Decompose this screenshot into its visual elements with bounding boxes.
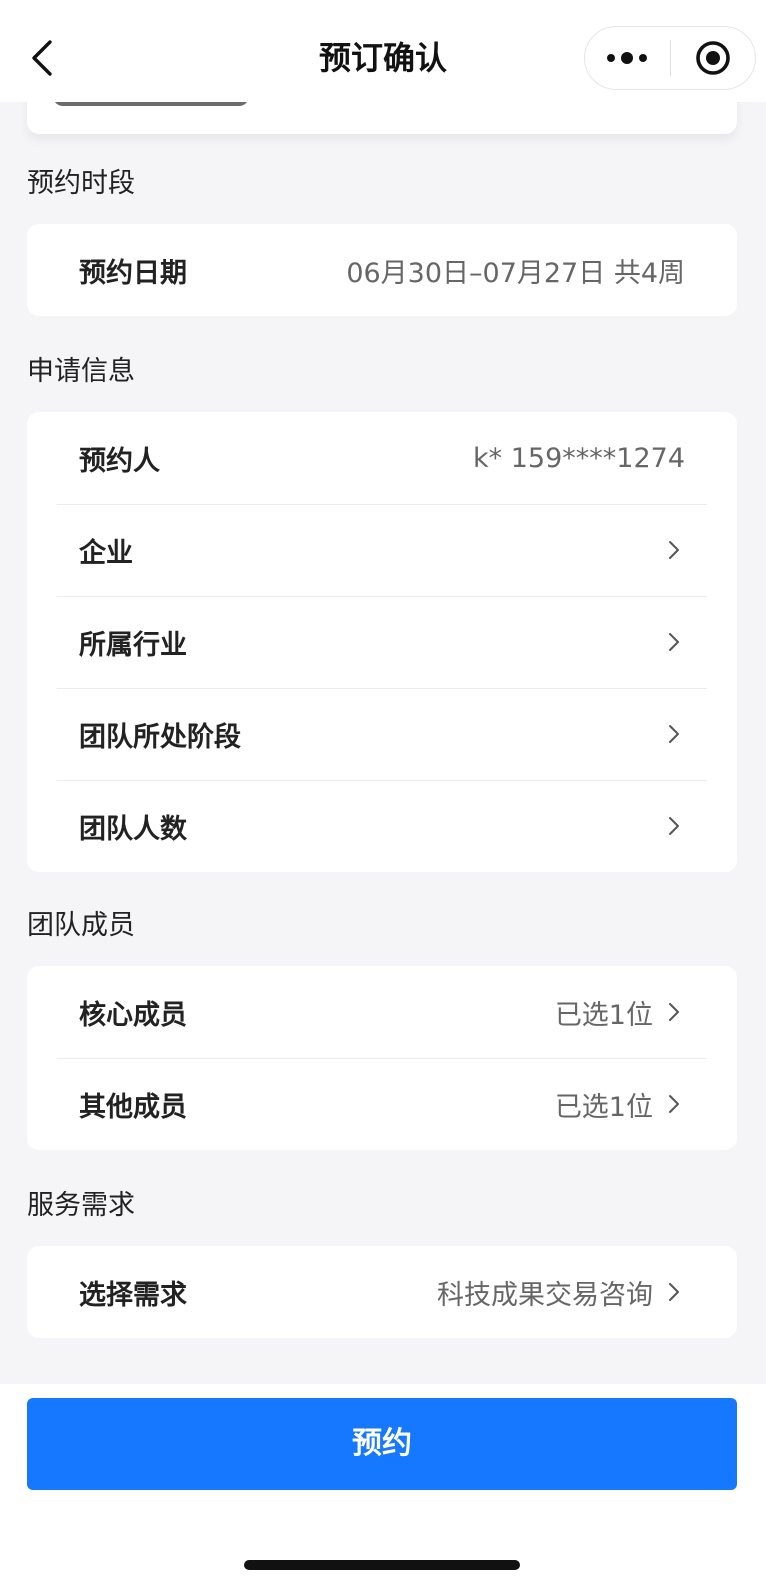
company-label: 企业 [79,537,133,569]
select-need-label: 选择需求 [79,1279,187,1311]
chevron-right-icon [669,725,679,743]
booking-date-label: 预约日期 [79,257,187,289]
chevron-right-icon [669,541,679,559]
chevron-right-icon [669,633,679,651]
service-card: 选择需求 科技成果交易咨询 [27,1246,737,1338]
industry-label: 所属行业 [79,629,187,661]
schedule-card: 预约日期 06月30日–07月27日 共4周 [27,224,737,316]
industry-row[interactable]: 所属行业 [27,596,737,688]
industry-value [653,631,685,653]
select-need-row[interactable]: 选择需求 科技成果交易咨询 [27,1246,737,1338]
other-members-row[interactable]: 其他成员 已选1位 [27,1058,737,1150]
team-size-label: 团队人数 [79,813,187,845]
core-members-label: 核心成员 [79,999,187,1031]
chevron-right-icon [669,1283,679,1301]
booking-confirm-page: 预订确认 预约时段 预约日期 06月30日–07月27日 共4周 申请信息 预约… [0,0,766,1590]
booking-date-row: 预约日期 06月30日–07月27日 共4周 [27,224,737,316]
chevron-right-icon [669,1003,679,1021]
core-members-row[interactable]: 核心成员 已选1位 [27,966,737,1058]
team-stage-value [653,723,685,745]
core-members-value: 已选1位 [555,993,685,1032]
nav-bar: 预订确认 [0,0,766,102]
section-title-schedule: 预约时段 [27,168,135,199]
mini-program-capsule [584,26,756,90]
team-card: 核心成员 已选1位 其他成员 已选1位 [27,966,737,1150]
team-size-value [653,815,685,837]
more-icon [607,52,648,64]
select-need-value: 科技成果交易咨询 [437,1273,685,1312]
applicant-row: 预约人 k* 159****1274 [27,412,737,504]
booking-date-value: 06月30日–07月27日 共4周 [346,257,685,289]
other-members-value: 已选1位 [555,1085,685,1124]
target-icon [695,41,730,75]
applicant-label: 预约人 [79,445,160,477]
other-members-label: 其他成员 [79,1091,187,1123]
core-members-count: 已选1位 [554,999,653,1031]
select-need-value-text: 科技成果交易咨询 [437,1279,653,1311]
more-button[interactable] [585,26,670,90]
chevron-right-icon [669,817,679,835]
home-indicator [244,1560,520,1570]
team-stage-row[interactable]: 团队所处阶段 [27,688,737,780]
close-mini-program-button[interactable] [671,26,756,90]
other-members-count: 已选1位 [554,1091,653,1123]
application-card: 预约人 k* 159****1274 企业 所属行业 团队所处阶段 团队人数 [27,412,737,872]
section-title-team: 团队成员 [27,910,135,941]
book-button[interactable]: 预约 [27,1398,737,1490]
section-title-application: 申请信息 [27,356,135,387]
applicant-value: k* 159****1274 [473,442,685,474]
company-value [653,539,685,561]
team-size-row[interactable]: 团队人数 [27,780,737,872]
company-row[interactable]: 企业 [27,504,737,596]
team-stage-label: 团队所处阶段 [79,721,241,753]
section-title-service: 服务需求 [27,1190,135,1221]
chevron-right-icon [669,1095,679,1113]
